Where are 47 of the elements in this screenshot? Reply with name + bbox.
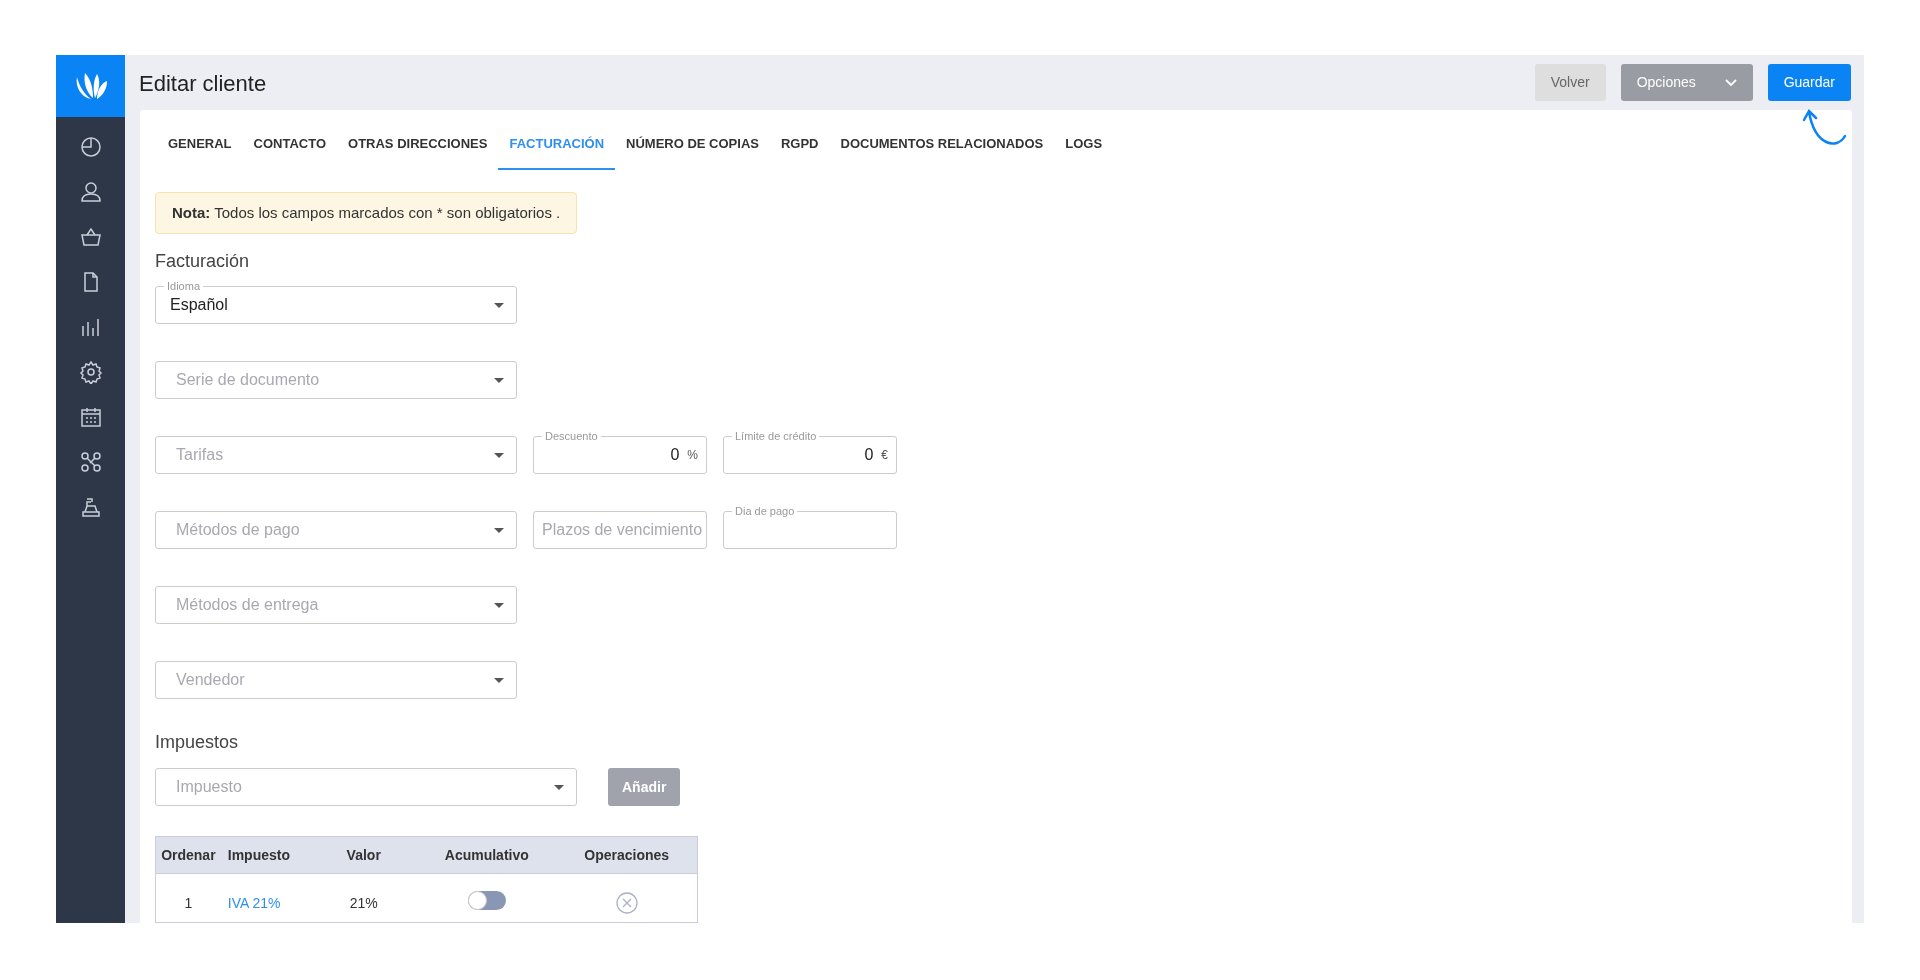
basket-icon[interactable] xyxy=(78,225,103,249)
calendar-icon[interactable] xyxy=(78,405,103,429)
table-cell-text: 21% xyxy=(349,893,378,913)
column-header: Valor xyxy=(345,845,382,865)
options-button[interactable]: Opciones xyxy=(1620,64,1753,101)
tab[interactable]: NÚMERO DE COPIAS xyxy=(615,130,770,170)
tax-link[interactable]: IVA 21% xyxy=(227,892,281,914)
column-header: Impuesto xyxy=(226,845,291,865)
settings-icon[interactable] xyxy=(78,360,103,384)
logo[interactable] xyxy=(56,55,125,117)
table-cell-text: 1 xyxy=(184,893,193,913)
dropdown-caret-icon xyxy=(494,303,504,308)
tab[interactable]: OTRAS DIRECCIONES xyxy=(337,130,499,170)
tab[interactable]: RGPD xyxy=(769,130,830,170)
column-header: Ordenar xyxy=(160,845,217,865)
section-title: Facturación xyxy=(155,250,251,273)
nodes-icon[interactable] xyxy=(78,450,103,474)
select-field[interactable]: Métodos de pago xyxy=(155,511,517,549)
input-field[interactable]: Plazos de vencimiento xyxy=(533,511,707,549)
toggle-switch[interactable] xyxy=(467,890,506,910)
chevron-down-icon xyxy=(1724,78,1737,87)
page-title: Editar cliente xyxy=(139,70,267,98)
required-fields-note: Nota: Todos los campos marcados con * son obligatorios . xyxy=(155,191,578,234)
dropdown-caret-icon xyxy=(494,378,504,383)
dropdown-caret-icon xyxy=(494,603,504,608)
tab[interactable]: CONTACTO xyxy=(242,130,338,170)
back-button[interactable]: Volver xyxy=(1534,64,1606,101)
tab[interactable]: GENERAL xyxy=(157,130,243,170)
dropdown-caret-icon xyxy=(494,528,504,533)
column-header: Acumulativo xyxy=(443,845,530,865)
dropdown-caret-icon xyxy=(494,678,504,683)
tax-select[interactable]: Impuesto xyxy=(155,768,577,806)
tab[interactable]: FACTURACIÓN xyxy=(498,130,616,170)
tab[interactable]: DOCUMENTOS RELACIONADOS xyxy=(829,130,1055,170)
select-field[interactable]: Tarifas xyxy=(155,436,517,474)
add-button[interactable]: Añadir xyxy=(608,768,681,806)
user-icon[interactable] xyxy=(78,180,103,204)
column-header: Operaciones xyxy=(583,845,671,865)
dropdown-caret-icon xyxy=(494,453,504,458)
clock-pie-icon[interactable] xyxy=(78,135,103,159)
dropdown-caret-icon xyxy=(554,785,564,790)
select-field[interactable]: Vendedor xyxy=(155,661,517,699)
tab[interactable]: LOGS xyxy=(1054,130,1114,170)
save-button[interactable]: Guardar xyxy=(1767,64,1851,101)
section-title: Impuestos xyxy=(155,731,240,754)
select-field[interactable]: Serie de documento xyxy=(155,361,517,399)
select-field[interactable]: Métodos de entrega xyxy=(155,586,517,624)
